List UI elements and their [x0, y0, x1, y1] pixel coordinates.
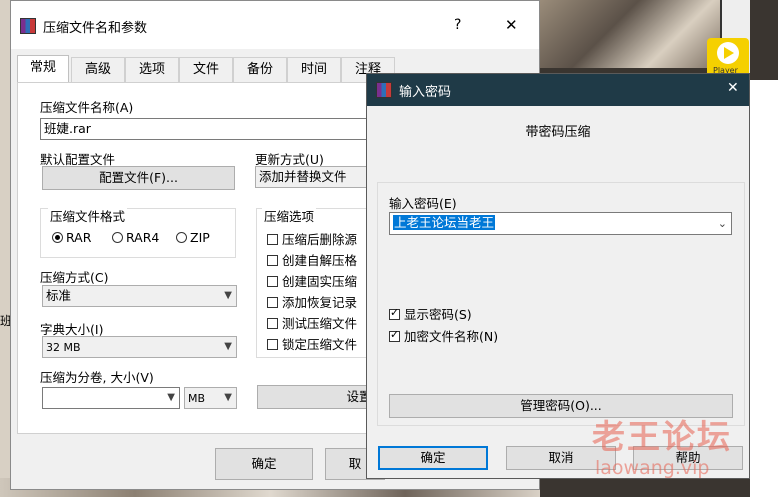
- option-label: 添加恢复记录: [282, 295, 358, 310]
- encrypt-names-checkbox[interactable]: 加密文件名称(N): [389, 326, 498, 345]
- option-solid[interactable]: 创建固实压缩: [267, 271, 357, 290]
- chevron-down-icon: ▼: [224, 392, 232, 403]
- radio-icon: [176, 232, 187, 243]
- format-zip-label: ZIP: [190, 230, 210, 245]
- method-label: 压缩方式(C): [40, 270, 109, 285]
- profile-button[interactable]: 配置文件(F)...: [42, 166, 235, 190]
- option-test[interactable]: 测试压缩文件: [267, 313, 357, 332]
- option-label: 锁定压缩文件: [282, 337, 358, 352]
- option-delete-after[interactable]: 压缩后删除源: [267, 229, 357, 248]
- checkbox-icon: [267, 297, 278, 308]
- dict-select[interactable]: 32 MB ▼: [42, 336, 237, 358]
- option-label: 创建固实压缩: [282, 274, 358, 289]
- split-unit-select[interactable]: MB ▼: [184, 387, 237, 409]
- help-icon[interactable]: ?: [454, 17, 461, 33]
- option-label: 测试压缩文件: [282, 316, 358, 331]
- radio-icon: [112, 232, 123, 243]
- format-rar4-label: RAR4: [126, 230, 160, 245]
- tab-files[interactable]: 文件: [179, 57, 233, 82]
- password-title-bar: 输入密码 ✕: [367, 74, 749, 106]
- password-ok-button[interactable]: 确定: [378, 446, 488, 470]
- checkbox-icon: [267, 318, 278, 329]
- ok-button[interactable]: 确定: [215, 448, 313, 480]
- show-password-checkbox[interactable]: 显示密码(S): [389, 304, 472, 323]
- close-icon[interactable]: ✕: [505, 16, 518, 34]
- password-heading: 带密码压缩: [525, 125, 591, 140]
- tab-general[interactable]: 常规: [17, 55, 69, 82]
- format-radio-rar4[interactable]: RAR4: [112, 230, 159, 245]
- chevron-down-icon: ▼: [224, 290, 232, 301]
- watermark-text: 老王论坛: [592, 417, 732, 456]
- checkbox-icon: [267, 234, 278, 245]
- password-input[interactable]: 上老王论坛当老王 ⌄: [389, 212, 732, 235]
- enter-password-label: 输入密码(E): [389, 196, 457, 211]
- window-title: 压缩文件名和参数: [43, 21, 148, 36]
- update-mode-select[interactable]: 添加并替换文件: [255, 166, 380, 188]
- tab-backup[interactable]: 备份: [233, 57, 287, 82]
- format-radio-zip[interactable]: ZIP: [176, 230, 210, 245]
- option-sfx[interactable]: 创建自解压格: [267, 250, 357, 269]
- background-video-thumbnail: [540, 0, 720, 68]
- method-select[interactable]: 标准 ▼: [42, 285, 237, 307]
- encrypt-names-label: 加密文件名称(N): [404, 329, 499, 344]
- format-group-label: 压缩文件格式: [48, 206, 128, 225]
- format-rar-label: RAR: [66, 230, 92, 245]
- background-lower-right: [750, 80, 778, 497]
- title-bar: 压缩文件名和参数 ? ✕: [11, 1, 539, 49]
- chevron-down-icon: ▼: [224, 341, 232, 352]
- dict-value: 32 MB: [46, 341, 81, 354]
- option-recovery[interactable]: 添加恢复记录: [267, 292, 357, 311]
- chevron-down-icon: ⌄: [717, 217, 727, 230]
- winrar-icon: [376, 82, 392, 98]
- checkbox-checked-icon: [389, 306, 400, 320]
- format-radio-rar[interactable]: RAR: [52, 230, 91, 245]
- show-password-label: 显示密码(S): [404, 307, 472, 322]
- archive-name-input[interactable]: 班婕.rar: [40, 118, 380, 140]
- tab-advanced[interactable]: 高级: [71, 57, 125, 82]
- checkbox-icon: [267, 339, 278, 350]
- radio-selected-icon: [52, 232, 63, 243]
- checkbox-icon: [267, 276, 278, 287]
- option-label: 创建自解压格: [282, 253, 358, 268]
- cancel-label: 取: [348, 456, 362, 471]
- background-side-text: 班: [0, 314, 13, 328]
- tab-time[interactable]: 时间: [287, 57, 341, 82]
- background-left-strip: [0, 0, 10, 497]
- winrar-icon: [20, 18, 36, 34]
- player-icon[interactable]: Player: [707, 38, 749, 78]
- chevron-down-icon: ▼: [167, 392, 175, 403]
- checkbox-icon: [267, 255, 278, 266]
- options-group-label: 压缩选项: [262, 206, 317, 225]
- split-unit-value: MB: [188, 392, 206, 405]
- password-dialog-title: 输入密码: [399, 85, 452, 100]
- password-value: 上老王论坛当老王: [393, 215, 496, 230]
- split-size-input[interactable]: ▼: [42, 387, 180, 409]
- split-label: 压缩为分卷, 大小(V): [40, 370, 154, 385]
- archive-name-label: 压缩文件名称(A): [40, 100, 134, 115]
- option-label: 压缩后删除源: [282, 232, 358, 247]
- close-icon[interactable]: ✕: [727, 80, 739, 96]
- tab-options[interactable]: 选项: [125, 57, 179, 82]
- option-lock[interactable]: 锁定压缩文件: [267, 334, 357, 353]
- checkbox-checked-icon: [389, 328, 400, 342]
- method-value: 标准: [46, 288, 72, 303]
- watermark-url: laowang.vip: [595, 457, 710, 479]
